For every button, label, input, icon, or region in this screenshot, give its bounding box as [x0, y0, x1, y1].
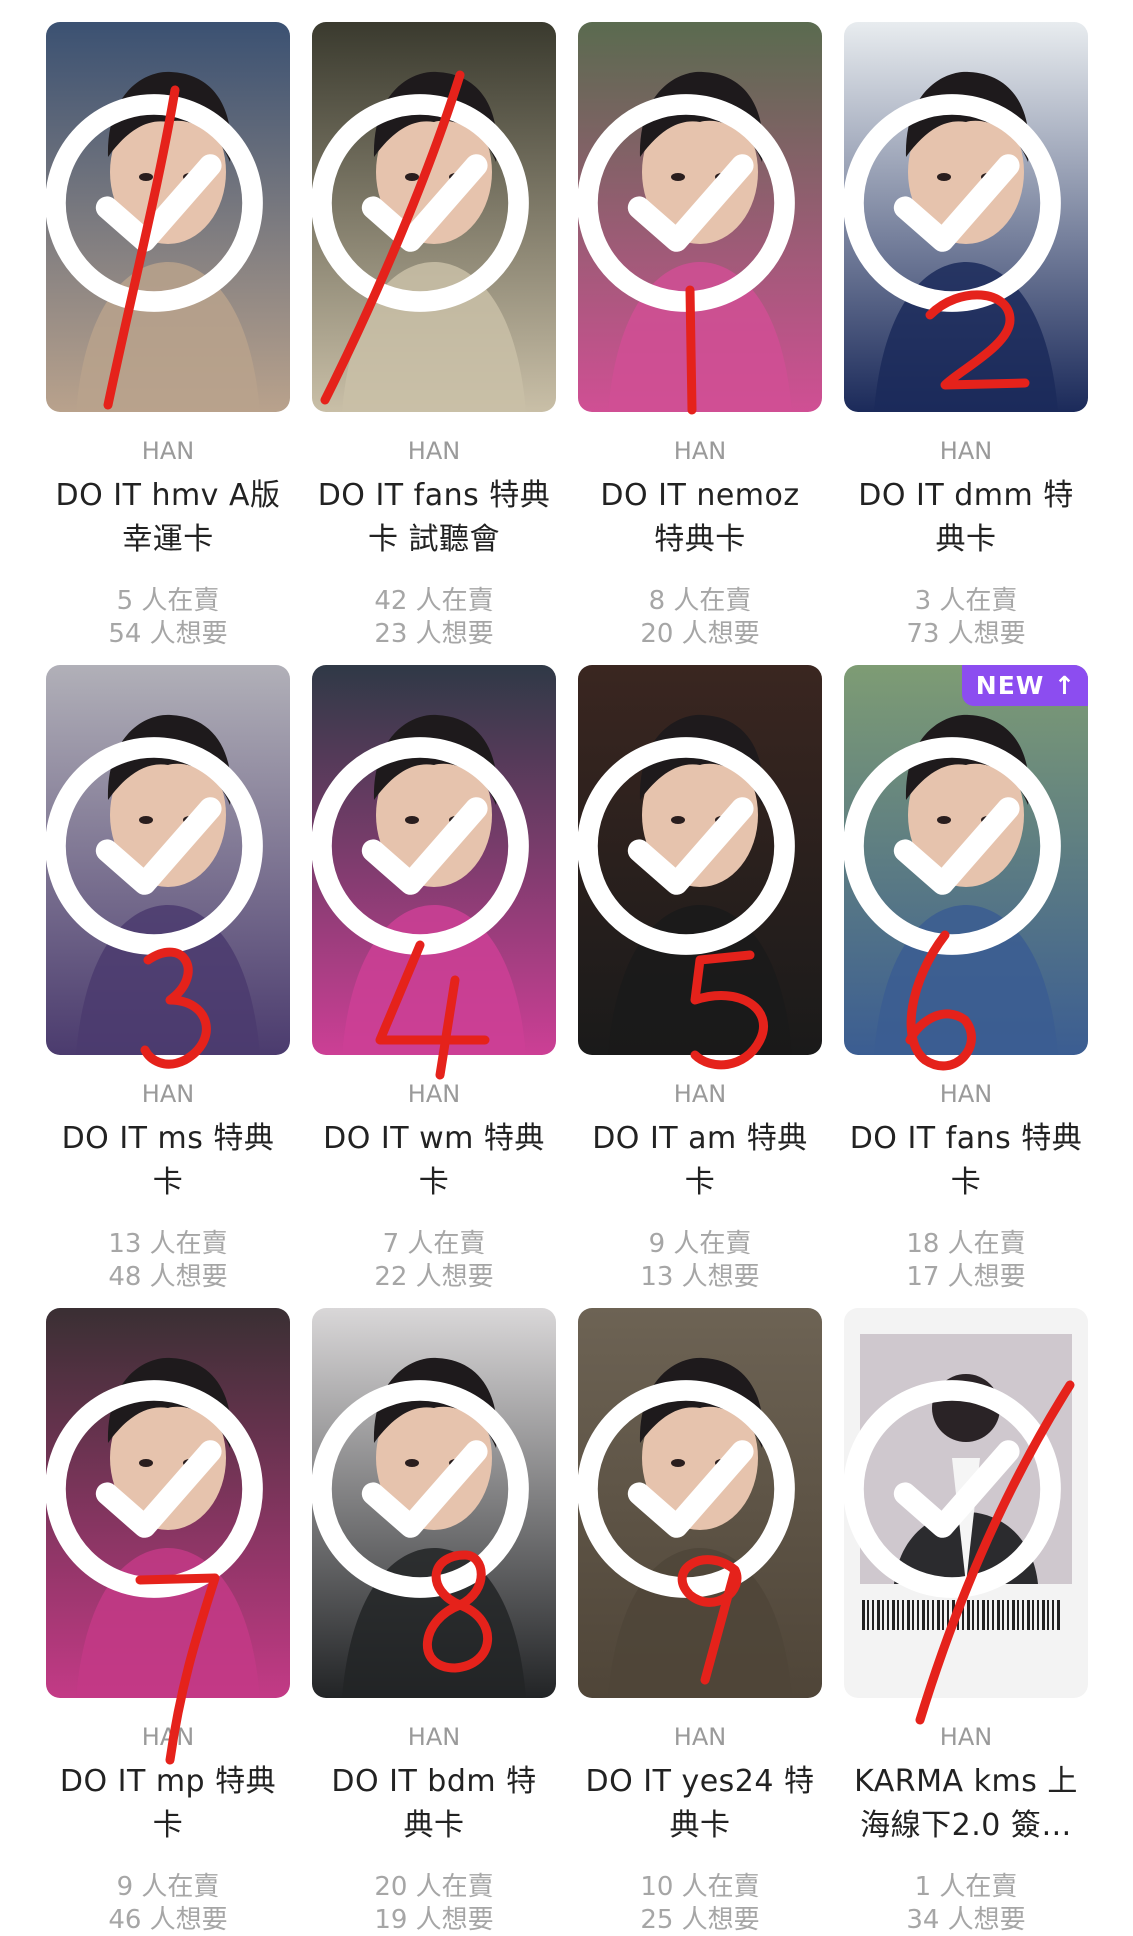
card-title-line1: DO IT fans 特典	[849, 1121, 1083, 1156]
check-circle-icon[interactable]	[844, 22, 1074, 398]
photocard-image[interactable]	[844, 22, 1088, 412]
card-title-line2: 卡	[152, 1808, 184, 1843]
card-title[interactable]: DO IT nemoz 特典卡	[566, 474, 834, 562]
photocard-image[interactable]	[46, 665, 290, 1055]
card-title-line2: 海線下2.0 簽…	[860, 1808, 1072, 1843]
artist-label: HAN	[141, 1080, 195, 1108]
check-circle-icon[interactable]	[312, 665, 542, 1041]
card-title[interactable]: DO IT bdm 特典卡	[300, 1760, 568, 1848]
artist-label: HAN	[673, 437, 727, 465]
photocard-image[interactable]	[578, 22, 822, 412]
selling-count: 42 人在賣	[374, 586, 494, 616]
artist-label: HAN	[407, 1080, 461, 1108]
card-title[interactable]: DO IT yes24 特典卡	[566, 1760, 834, 1848]
card-title-line1: DO IT wm 特典	[323, 1121, 545, 1156]
artist-label: HAN	[407, 1723, 461, 1751]
check-circle-icon[interactable]	[578, 1308, 808, 1684]
selling-count: 7 人在賣	[382, 1229, 486, 1259]
card-title-line2: 卡	[418, 1165, 450, 1200]
card-title-line1: DO IT yes24 特	[585, 1764, 815, 1799]
new-badge: NEW ↑	[961, 665, 1088, 706]
selling-count: 8 人在賣	[648, 586, 752, 616]
photocard-image[interactable]	[578, 665, 822, 1055]
wanting-count: 54 人想要	[108, 619, 228, 649]
artist-label: HAN	[939, 1080, 993, 1108]
card-title-line2: 卡	[684, 1165, 716, 1200]
card-title[interactable]: DO IT hmv A版 幸運卡	[34, 474, 302, 562]
wanting-count: 20 人想要	[640, 619, 760, 649]
artist-label: HAN	[673, 1080, 727, 1108]
card-title-line2: 幸運卡	[122, 522, 214, 557]
wanting-count: 73 人想要	[906, 619, 1026, 649]
card-title-line1: DO IT nemoz	[600, 478, 800, 513]
card-title[interactable]: DO IT fans 特典卡	[832, 1117, 1100, 1205]
card-title-line2: 卡	[152, 1165, 184, 1200]
wanting-count: 13 人想要	[640, 1262, 760, 1292]
artist-label: HAN	[141, 1723, 195, 1751]
card-title[interactable]: KARMA kms 上海線下2.0 簽…	[832, 1760, 1100, 1848]
card-title-line2: 典卡	[403, 1808, 465, 1843]
card-title-line2: 典卡	[669, 1808, 731, 1843]
selling-count: 9 人在賣	[116, 1872, 220, 1902]
card-title[interactable]: DO IT dmm 特典卡	[832, 474, 1100, 562]
photocard-image[interactable]	[312, 1308, 556, 1698]
selling-count: 20 人在賣	[374, 1872, 494, 1902]
wanting-count: 17 人想要	[906, 1262, 1026, 1292]
check-circle-icon[interactable]	[312, 22, 542, 398]
check-circle-icon[interactable]	[46, 1308, 276, 1684]
card-title-line2: 典卡	[935, 522, 997, 557]
check-circle-icon[interactable]	[844, 1308, 1074, 1684]
selling-count: 3 人在賣	[914, 586, 1018, 616]
photocard-image[interactable]	[46, 22, 290, 412]
check-circle-icon[interactable]	[312, 1308, 542, 1684]
selling-count: 9 人在賣	[648, 1229, 752, 1259]
photocard-image[interactable]	[46, 1308, 290, 1698]
check-circle-icon[interactable]	[46, 665, 276, 1041]
check-circle-icon[interactable]	[46, 22, 276, 398]
card-title-line1: KARMA kms 上	[854, 1764, 1078, 1799]
card-title-line2: 卡	[950, 1165, 982, 1200]
card-title-line2: 特典卡	[654, 522, 746, 557]
card-title-line1: DO IT hmv A版	[55, 478, 281, 513]
photocard-image[interactable]	[312, 665, 556, 1055]
selling-count: 18 人在賣	[906, 1229, 1026, 1259]
selling-count: 13 人在賣	[108, 1229, 228, 1259]
card-title-line1: DO IT dmm 特	[858, 478, 1074, 513]
card-title-line1: DO IT ms 特典	[61, 1121, 275, 1156]
photocard-image[interactable]	[578, 1308, 822, 1698]
card-title-line2: 卡 試聽會	[367, 522, 501, 557]
artist-label: HAN	[407, 437, 461, 465]
selling-count: 10 人在賣	[640, 1872, 760, 1902]
card-title-line1: DO IT bdm 特	[331, 1764, 537, 1799]
wanting-count: 48 人想要	[108, 1262, 228, 1292]
card-title[interactable]: DO IT am 特典卡	[566, 1117, 834, 1205]
selling-count: 1 人在賣	[914, 1872, 1018, 1902]
photocard-image[interactable]	[844, 1308, 1088, 1698]
card-title-line1: DO IT mp 特典	[59, 1764, 277, 1799]
artist-label: HAN	[141, 437, 195, 465]
card-title-line1: DO IT fans 特典	[317, 478, 551, 513]
card-title-line1: DO IT am 特典	[592, 1121, 808, 1156]
card-title[interactable]: DO IT fans 特典卡 試聽會	[300, 474, 568, 562]
check-circle-icon[interactable]	[578, 665, 808, 1041]
artist-label: HAN	[673, 1723, 727, 1751]
wanting-count: 23 人想要	[374, 619, 494, 649]
card-title[interactable]: DO IT mp 特典卡	[34, 1760, 302, 1848]
photocard-image[interactable]	[312, 22, 556, 412]
artist-label: HAN	[939, 1723, 993, 1751]
artist-label: HAN	[939, 437, 993, 465]
check-circle-icon[interactable]	[844, 665, 1074, 1041]
selling-count: 5 人在賣	[116, 586, 220, 616]
photocard-grid: HAN DO IT hmv A版 幸運卡 5 人在賣 54 人想要 HAN DO IT f…	[0, 0, 1133, 1935]
photocard-image[interactable]: NEW ↑	[844, 665, 1088, 1055]
wanting-count: 22 人想要	[374, 1262, 494, 1292]
card-title[interactable]: DO IT wm 特典卡	[300, 1117, 568, 1205]
check-circle-icon[interactable]	[578, 22, 808, 398]
card-title[interactable]: DO IT ms 特典卡	[34, 1117, 302, 1205]
